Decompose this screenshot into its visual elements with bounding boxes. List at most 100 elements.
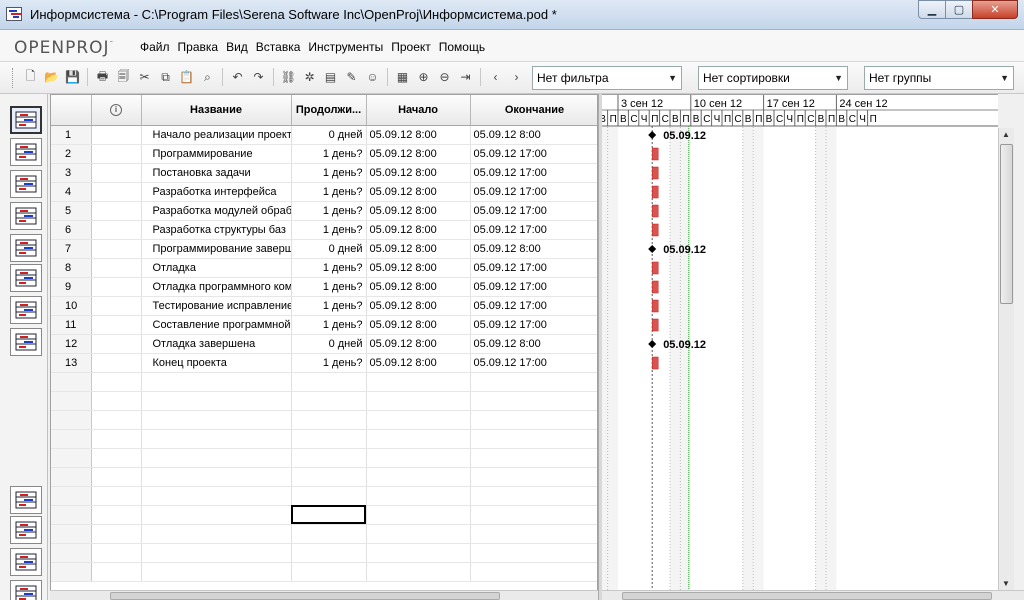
task-name-cell[interactable]: Отладка программного ком xyxy=(141,277,292,297)
start-cell[interactable]: 05.09.12 8:00 xyxy=(366,296,471,316)
empty-cell[interactable] xyxy=(91,410,142,430)
group-select[interactable]: Нет группы ▼ xyxy=(864,66,1014,90)
indicator-cell[interactable] xyxy=(91,125,142,145)
indicator-cell[interactable] xyxy=(91,201,142,221)
finish-cell[interactable]: 05.09.12 17:00 xyxy=(470,353,597,373)
empty-cell[interactable] xyxy=(470,429,597,449)
task-name-cell[interactable]: Конец проекта xyxy=(141,353,292,373)
table-row[interactable]: 4 Разработка интерфейса 1 день? 05.09.12 8:… xyxy=(51,182,597,202)
empty-table-row[interactable] xyxy=(51,486,597,506)
row-number[interactable]: 11 xyxy=(51,315,92,335)
row-number[interactable]: 9 xyxy=(51,277,92,297)
indicator-cell[interactable] xyxy=(91,239,142,259)
zoom-out-icon[interactable]: ⊖ xyxy=(436,68,453,86)
column-header-name[interactable]: Название xyxy=(141,95,292,126)
print-preview-icon[interactable]: 🗐 xyxy=(115,68,132,86)
calendar-icon[interactable]: ▦ xyxy=(394,68,411,86)
start-cell[interactable]: 05.09.12 8:00 xyxy=(366,163,471,183)
finish-cell[interactable]: 05.09.12 17:00 xyxy=(470,182,597,202)
empty-table-row[interactable] xyxy=(51,448,597,468)
start-cell[interactable]: 05.09.12 8:00 xyxy=(366,277,471,297)
duration-cell[interactable]: 1 день? xyxy=(291,182,367,202)
scrollbar-thumb[interactable] xyxy=(110,592,500,600)
empty-table-row[interactable] xyxy=(51,372,597,392)
empty-cell[interactable] xyxy=(141,467,292,487)
empty-cell[interactable] xyxy=(91,467,142,487)
empty-cell[interactable] xyxy=(366,372,471,392)
duration-cell[interactable]: 0 дней xyxy=(291,239,367,259)
indicator-cell[interactable] xyxy=(91,315,142,335)
empty-cell[interactable] xyxy=(366,448,471,468)
empty-cell[interactable] xyxy=(291,391,367,411)
gantt-view-icon[interactable] xyxy=(10,106,42,134)
empty-cell[interactable] xyxy=(366,429,471,449)
scrollbar-thumb[interactable] xyxy=(1000,144,1013,304)
row-number[interactable]: 7 xyxy=(51,239,92,259)
scrollbar-thumb[interactable] xyxy=(622,592,992,600)
table-row[interactable]: 3 Постановка задачи 1 день? 05.09.12 8:00 05… xyxy=(51,163,597,183)
empty-cell[interactable] xyxy=(51,467,92,487)
resources-view-icon[interactable] xyxy=(10,170,42,198)
redo-icon[interactable]: ↷ xyxy=(250,68,267,86)
menu-help[interactable]: Помощь xyxy=(435,40,489,54)
task-name-cell[interactable]: Отладка завершена xyxy=(141,334,292,354)
start-cell[interactable]: 05.09.12 8:00 xyxy=(366,258,471,278)
empty-cell[interactable] xyxy=(91,448,142,468)
table-row[interactable]: 7 Программирование заверш 0 дней 05.09.12 8… xyxy=(51,239,597,259)
close-button[interactable]: ✕ xyxy=(972,0,1018,19)
empty-cell[interactable] xyxy=(51,372,92,392)
unlink-icon[interactable]: ✲ xyxy=(301,68,318,86)
empty-cell[interactable] xyxy=(291,467,367,487)
column-header-finish[interactable]: Окончание xyxy=(470,95,597,126)
empty-cell[interactable] xyxy=(291,448,367,468)
menu-file[interactable]: Файл xyxy=(136,40,174,54)
empty-table-row[interactable] xyxy=(51,429,597,449)
task-name-cell[interactable]: Программирование заверш xyxy=(141,239,292,259)
start-cell[interactable]: 05.09.12 8:00 xyxy=(366,201,471,221)
row-number[interactable]: 10 xyxy=(51,296,92,316)
scroll-up-icon[interactable]: ▲ xyxy=(1002,130,1010,139)
finish-cell[interactable]: 05.09.12 17:00 xyxy=(470,144,597,164)
link-icon[interactable]: ⛓ xyxy=(280,68,297,86)
empty-cell[interactable] xyxy=(366,486,471,506)
task-name-cell[interactable]: Постановка задачи xyxy=(141,163,292,183)
start-cell[interactable]: 05.09.12 8:00 xyxy=(366,239,471,259)
task-name-cell[interactable]: Отладка xyxy=(141,258,292,278)
scroll-to-task-icon[interactable]: ⇥ xyxy=(457,68,474,86)
empty-cell[interactable] xyxy=(91,429,142,449)
empty-cell[interactable] xyxy=(141,410,292,430)
column-header-id[interactable] xyxy=(51,95,92,126)
indicator-cell[interactable] xyxy=(91,163,142,183)
empty-cell[interactable] xyxy=(141,543,292,563)
finish-cell[interactable]: 05.09.12 17:00 xyxy=(470,315,597,335)
task-name-cell[interactable]: Составление программной xyxy=(141,315,292,335)
start-cell[interactable]: 05.09.12 8:00 xyxy=(366,315,471,335)
table-row[interactable]: 11 Составление программной 1 день? 05.09.12… xyxy=(51,315,597,335)
print-icon[interactable]: 🖶 xyxy=(94,68,111,86)
empty-cell[interactable] xyxy=(141,391,292,411)
assign-resources-icon[interactable]: ☺ xyxy=(364,68,381,86)
task-name-cell[interactable]: Разработка модулей обраб xyxy=(141,201,292,221)
empty-cell[interactable] xyxy=(470,524,597,544)
toolbar-grip[interactable] xyxy=(12,68,15,88)
row-number[interactable]: 4 xyxy=(51,182,92,202)
indicator-cell[interactable] xyxy=(91,258,142,278)
rbs-view-icon[interactable] xyxy=(10,234,42,262)
empty-table-row[interactable] xyxy=(51,562,597,582)
empty-cell[interactable] xyxy=(141,524,292,544)
empty-cell[interactable] xyxy=(366,505,471,525)
empty-cell[interactable] xyxy=(291,429,367,449)
task-name-cell[interactable]: Программирование xyxy=(141,144,292,164)
table-row[interactable]: 9 Отладка программного ком 1 день? 05.09.12… xyxy=(51,277,597,297)
histogram-view-icon[interactable] xyxy=(10,486,42,514)
menu-insert[interactable]: Вставка xyxy=(252,40,305,54)
wbs-view-icon[interactable] xyxy=(10,202,42,230)
empty-cell[interactable] xyxy=(291,524,367,544)
network-view-icon[interactable] xyxy=(10,138,42,166)
row-number[interactable]: 13 xyxy=(51,353,92,373)
task-name-cell[interactable]: Разработка интерфейса xyxy=(141,182,292,202)
save-icon[interactable]: 💾 xyxy=(64,68,81,86)
empty-cell[interactable] xyxy=(366,524,471,544)
empty-cell[interactable] xyxy=(51,543,92,563)
empty-cell[interactable] xyxy=(291,543,367,563)
